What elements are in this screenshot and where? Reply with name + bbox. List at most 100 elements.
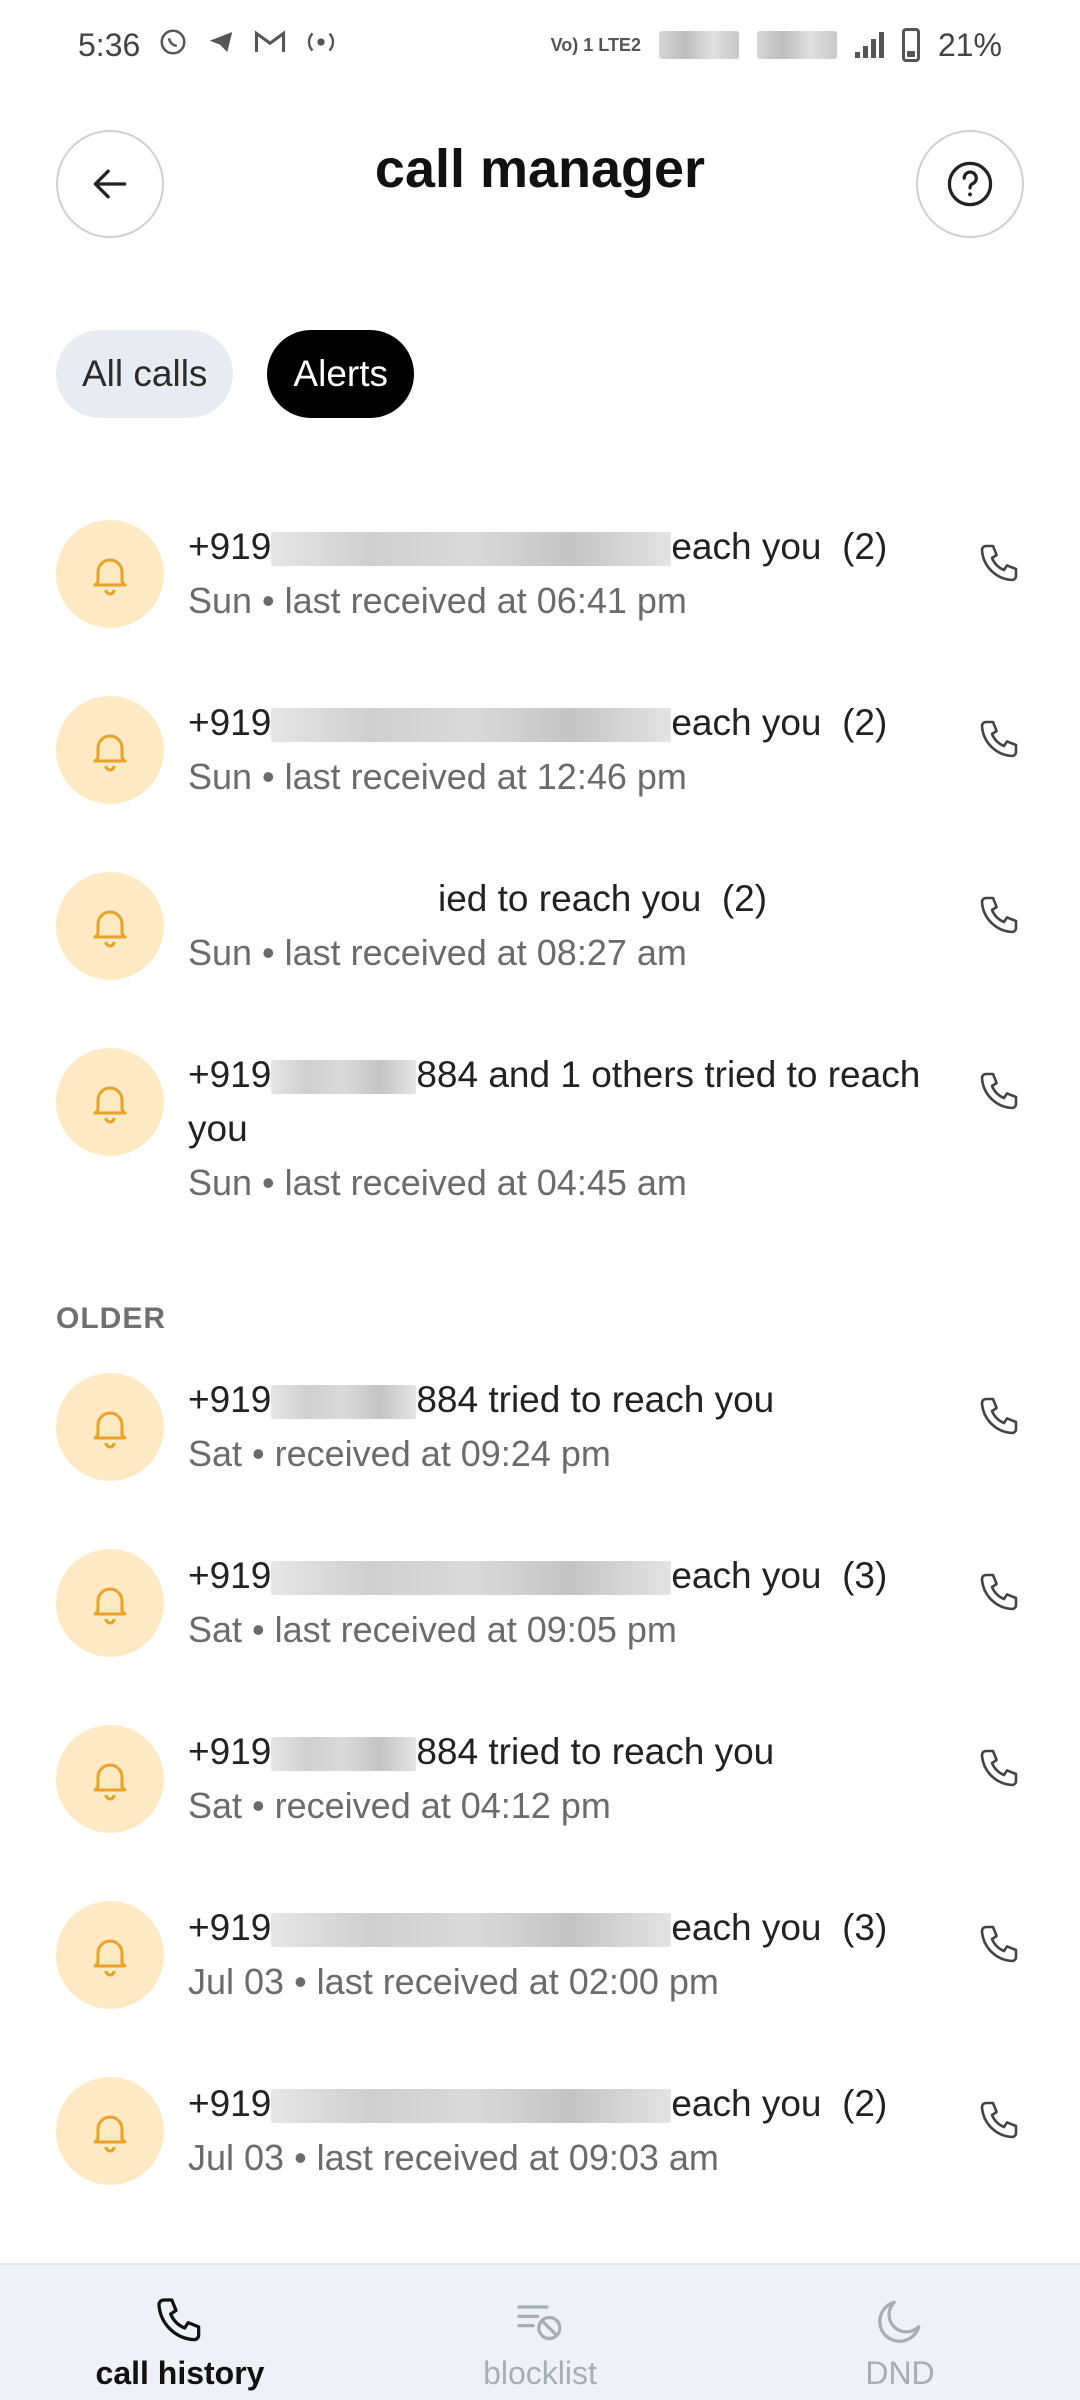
chip-all-calls[interactable]: All calls bbox=[56, 330, 234, 418]
redacted-number bbox=[271, 1737, 417, 1772]
redacted-number bbox=[271, 1561, 672, 1596]
list-item-title: +919 each you (3) bbox=[188, 1549, 930, 1603]
status-right: Vo) 1 LTE2 21% bbox=[551, 27, 1002, 64]
bell-icon bbox=[56, 1373, 164, 1481]
list-item-text: +919 each you (2) Jul 03 • last received … bbox=[188, 2077, 930, 2185]
list-item-subtitle: Sun • last received at 06:41 pm bbox=[188, 580, 687, 621]
caller-message: each you bbox=[671, 702, 822, 743]
redacted-name bbox=[188, 884, 438, 919]
nav-dnd[interactable]: DND bbox=[750, 2265, 1050, 2400]
list-item-text: +919 884 tried to reach you Sat • receive… bbox=[188, 1725, 930, 1833]
list-item-title: +919 each you (3) bbox=[188, 1901, 930, 1955]
list-item-subtitle: Sat • last received at 09:05 pm bbox=[188, 1609, 677, 1650]
bell-icon bbox=[56, 1901, 164, 2009]
help-icon bbox=[947, 161, 993, 207]
bell-icon bbox=[56, 872, 164, 980]
list-item-text: +919 each you (3) Sat • last received at … bbox=[188, 1549, 930, 1657]
call-count: (3) bbox=[842, 1555, 888, 1596]
list-item-title: +919 each you (2) bbox=[188, 696, 930, 750]
header: call manager bbox=[0, 130, 1080, 245]
phone-icon[interactable] bbox=[976, 2097, 1024, 2145]
redacted-number bbox=[271, 1913, 672, 1948]
caller-message: 884 tried to reach you bbox=[416, 1731, 775, 1772]
caller-message: each you bbox=[671, 2083, 822, 2124]
redacted-number bbox=[271, 2089, 672, 2124]
phone-icon[interactable] bbox=[976, 1068, 1024, 1116]
list-item-text: ied to reach you (2) Sun • last received… bbox=[188, 872, 930, 980]
nav-label: blocklist bbox=[483, 2355, 597, 2391]
gmail-icon bbox=[254, 27, 286, 64]
bell-icon bbox=[56, 1048, 164, 1156]
phone-icon[interactable] bbox=[976, 716, 1024, 764]
caller-message: 884 tried to reach you bbox=[416, 1379, 775, 1420]
call-count: (2) bbox=[842, 702, 888, 743]
caller-message: each you bbox=[671, 526, 822, 567]
bell-icon bbox=[56, 1725, 164, 1833]
call-count: (2) bbox=[842, 526, 888, 567]
redacted-number bbox=[271, 1385, 417, 1420]
bottom-nav: call history blocklist DND bbox=[0, 2263, 1080, 2400]
list-item-title: +919 884 tried to reach you bbox=[188, 1725, 930, 1779]
phone-icon bbox=[157, 2298, 201, 2342]
status-bar: 5:36 Vo) 1 LTE2 21% bbox=[0, 0, 1080, 90]
phone-icon[interactable] bbox=[976, 1569, 1024, 1617]
phone-icon[interactable] bbox=[976, 540, 1024, 588]
list-item-subtitle: Sun • last received at 08:27 am bbox=[188, 932, 687, 973]
call-count: (3) bbox=[842, 1907, 888, 1948]
signal-icon bbox=[854, 32, 884, 58]
bell-icon bbox=[56, 2077, 164, 2185]
caller-number-prefix: +919 bbox=[188, 2083, 272, 2124]
caller-message: each you bbox=[671, 1907, 822, 1948]
status-time: 5:36 bbox=[78, 26, 141, 63]
hotspot-icon bbox=[304, 27, 338, 64]
battery-percent: 21% bbox=[937, 26, 1002, 63]
phone-icon[interactable] bbox=[976, 1745, 1024, 1793]
help-button[interactable] bbox=[916, 130, 1024, 238]
carrier-redacted-2 bbox=[756, 31, 837, 59]
caller-number-prefix: +919 bbox=[188, 1054, 272, 1095]
caller-number-prefix: +919 bbox=[188, 1731, 272, 1772]
carrier-redacted bbox=[658, 31, 739, 59]
caller-number-prefix: +919 bbox=[188, 526, 272, 567]
list-item-text: +919 each you (3) Jul 03 • last received … bbox=[188, 1901, 930, 2009]
nav-label: DND bbox=[865, 2355, 935, 2391]
status-left: 5:36 bbox=[78, 27, 338, 64]
redacted-number bbox=[271, 708, 672, 743]
filter-chips: All calls Alerts bbox=[56, 330, 414, 418]
caller-number-prefix: +919 bbox=[188, 1379, 272, 1420]
list-item-subtitle: Sat • received at 04:12 pm bbox=[188, 1785, 611, 1826]
list-item-subtitle: Sun • last received at 12:46 pm bbox=[188, 756, 687, 797]
phone-icon[interactable] bbox=[976, 1921, 1024, 1969]
list-item-text: +919 884 tried to reach you Sat • receive… bbox=[188, 1373, 930, 1481]
nav-blocklist[interactable]: blocklist bbox=[390, 2265, 690, 2400]
nav-call-history[interactable]: call history bbox=[30, 2265, 330, 2400]
list-item-title: +919 884 and 1 others tried to reach you bbox=[188, 1048, 930, 1156]
phone-icon[interactable] bbox=[976, 1393, 1024, 1441]
network-label: Vo) 1 LTE2 bbox=[550, 35, 641, 55]
section-label-older: OLDER bbox=[56, 1302, 166, 1335]
caller-number-prefix: +919 bbox=[188, 1907, 272, 1948]
redacted-number bbox=[271, 1060, 417, 1095]
bell-icon bbox=[56, 696, 164, 804]
call-count: (2) bbox=[842, 2083, 888, 2124]
list-item-subtitle: Sat • received at 09:24 pm bbox=[188, 1433, 611, 1474]
caller-message: each you bbox=[671, 1555, 822, 1596]
list-item-subtitle: Jul 03 • last received at 09:03 am bbox=[188, 2137, 719, 2178]
list-item-text: +919 each you (2) Sun • last received at … bbox=[188, 696, 930, 804]
phone-icon[interactable] bbox=[976, 892, 1024, 940]
call-count: (2) bbox=[721, 878, 768, 919]
caller-message: ied to reach you bbox=[438, 878, 702, 919]
list-item-title: +919 each you (2) bbox=[188, 2077, 930, 2131]
redacted-number bbox=[271, 532, 672, 567]
blocklist-icon bbox=[517, 2305, 562, 2341]
caller-number-prefix: +919 bbox=[188, 702, 272, 743]
list-item-title: ied to reach you (2) bbox=[188, 872, 930, 926]
nav-label: call history bbox=[95, 2355, 265, 2391]
bell-icon bbox=[56, 1549, 164, 1657]
moon-icon bbox=[878, 2300, 921, 2343]
list-item-subtitle: Sun • last received at 04:45 am bbox=[188, 1162, 687, 1203]
telegram-icon bbox=[206, 27, 236, 64]
bell-icon bbox=[56, 520, 164, 628]
caller-number-prefix: +919 bbox=[188, 1555, 272, 1596]
chip-alerts[interactable]: Alerts bbox=[267, 330, 414, 418]
